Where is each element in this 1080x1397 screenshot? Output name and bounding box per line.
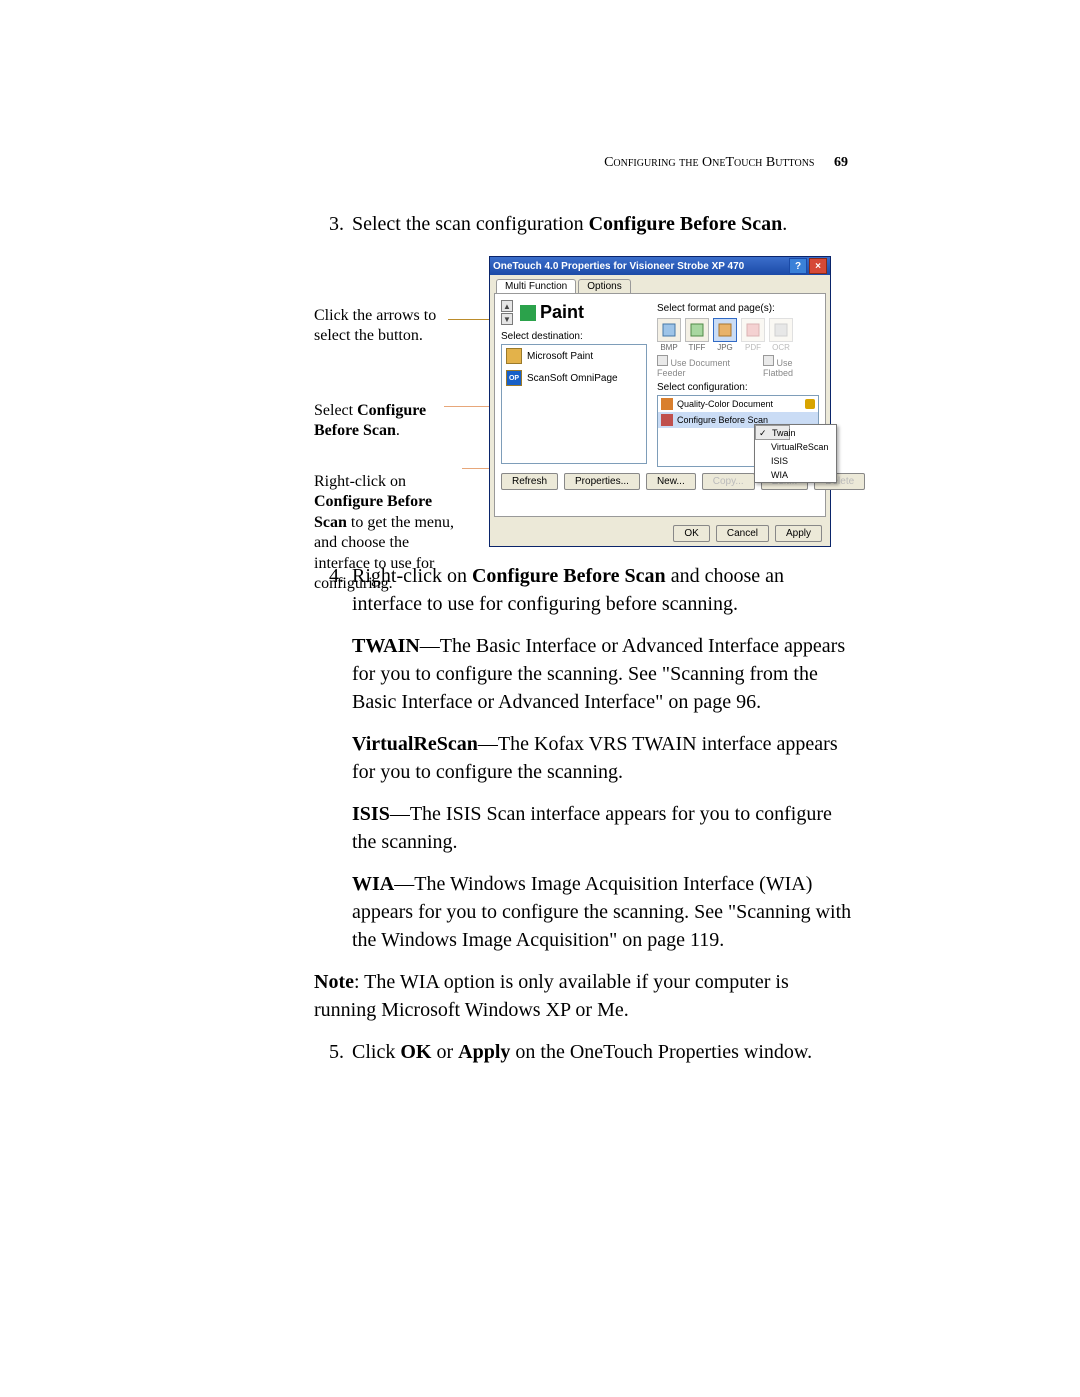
context-menu: Twain VirtualReScan ISIS WIA (754, 424, 837, 483)
ctx-item-twain[interactable]: Twain (755, 425, 790, 440)
para-virtualrescan: VirtualReScan—The Kofax VRS TWAIN interf… (352, 730, 854, 786)
step-3: 3. Select the scan configuration Configu… (314, 210, 854, 238)
ctx-item-isis[interactable]: ISIS (755, 454, 836, 468)
header-title: Configuring the OneTouch Buttons (604, 155, 814, 170)
step-5: 5. Click OK or Apply on the OneTouch Pro… (314, 1038, 854, 1066)
page-header: Configuring the OneTouch Buttons 69 (604, 155, 848, 171)
para-twain: TWAIN—The Basic Interface or Advanced In… (352, 632, 854, 716)
step-4: 4. Right-click on Configure Before Scan … (314, 562, 854, 618)
para-isis: ISIS—The ISIS Scan interface appears for… (352, 800, 854, 856)
page-number: 69 (834, 155, 848, 170)
para-wia: WIA—The Windows Image Acquisition Interf… (352, 870, 854, 954)
ctx-item-virtualrescan[interactable]: VirtualReScan (755, 440, 836, 454)
ctx-item-wia[interactable]: WIA (755, 468, 836, 482)
para-note: Note: The WIA option is only available i… (314, 968, 854, 1024)
